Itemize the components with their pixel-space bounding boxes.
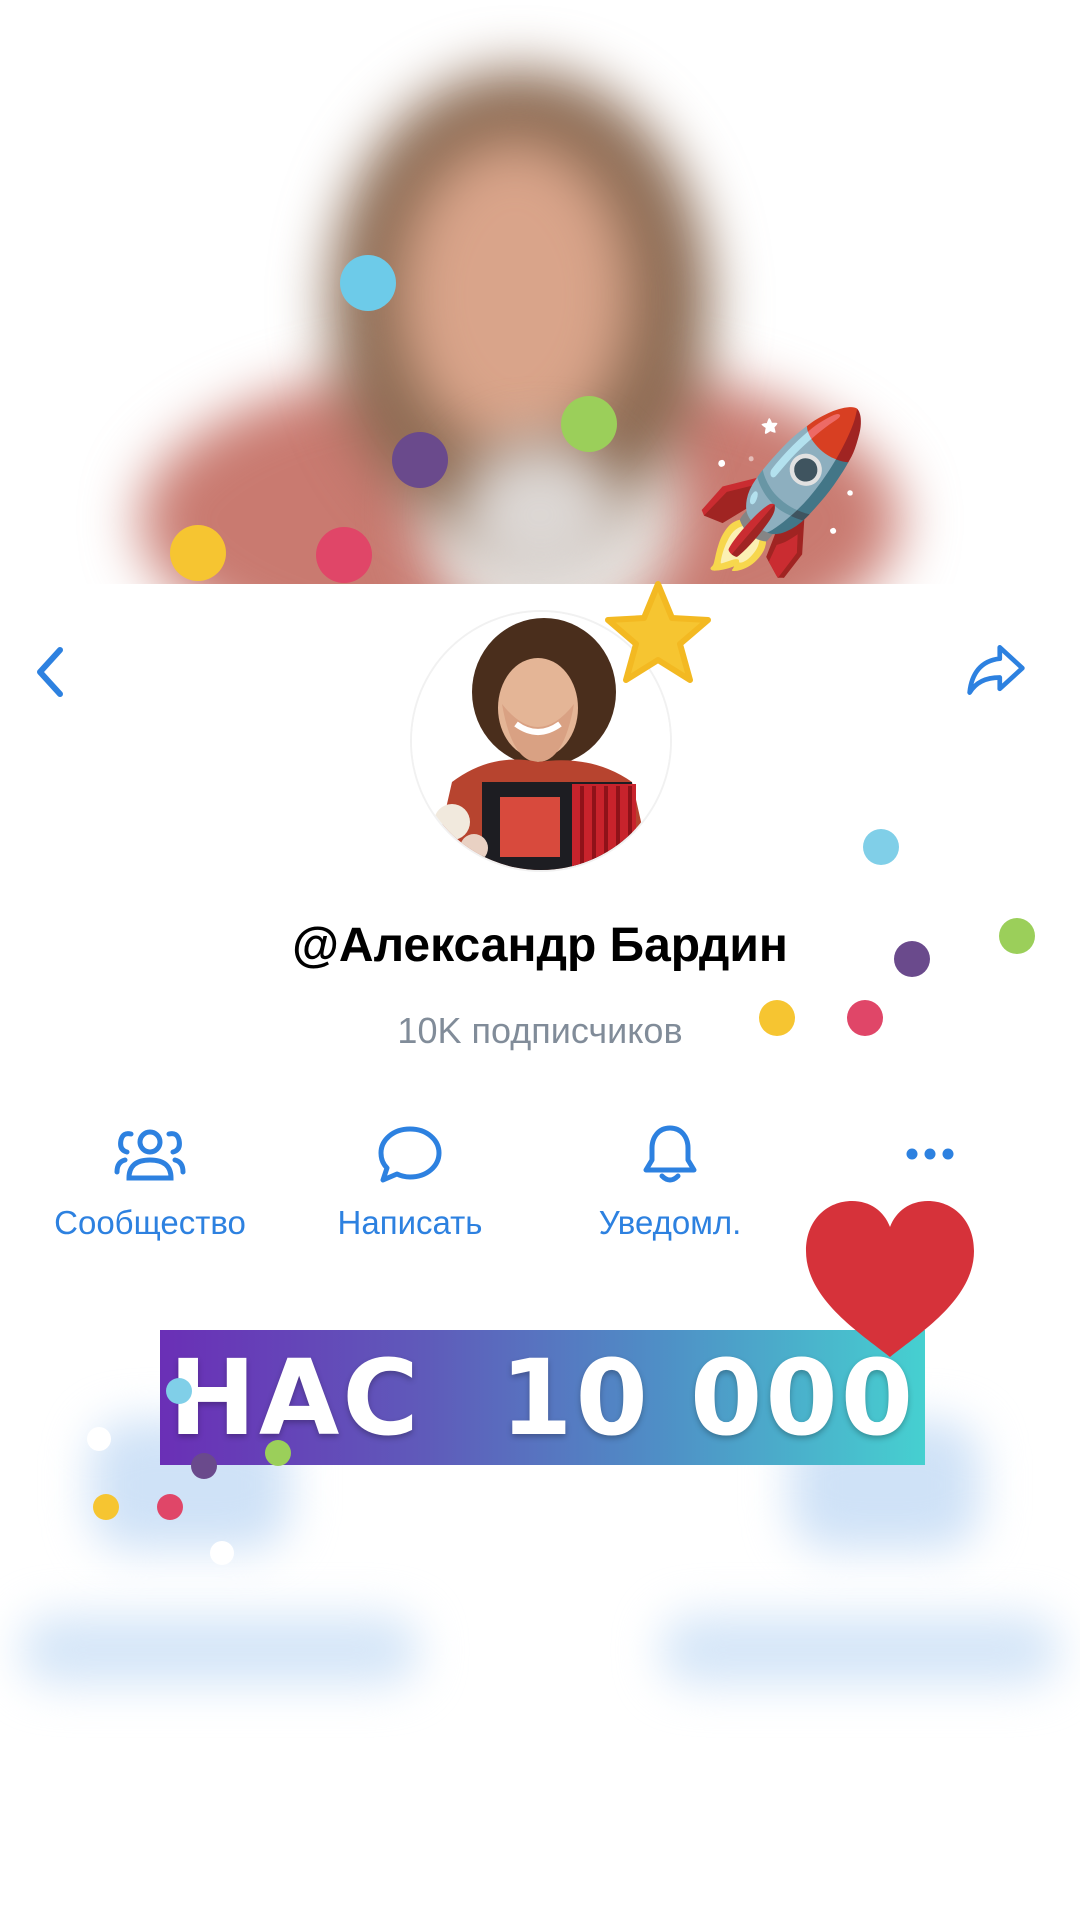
- subscriber-count: 10K подписчиков: [397, 1010, 683, 1051]
- blurred-text: [660, 1615, 1060, 1685]
- more-button[interactable]: [800, 1118, 1060, 1204]
- confetti-dot: [863, 829, 899, 865]
- write-message-button[interactable]: Написать: [280, 1118, 540, 1242]
- confetti-dot: [340, 255, 396, 311]
- notifications-button[interactable]: Уведомл.: [540, 1118, 800, 1242]
- confetti-dot: [166, 1378, 192, 1404]
- confetti-dot: [847, 1000, 883, 1036]
- bell-icon: [643, 1125, 697, 1183]
- more-dots-icon: [906, 1148, 954, 1160]
- confetti-dot: [561, 396, 617, 452]
- confetti-dot: [210, 1541, 234, 1565]
- share-button[interactable]: [964, 638, 1028, 702]
- star-sticker-icon: [605, 581, 711, 683]
- confetti-dot: [894, 941, 930, 977]
- cover-photo: [0, 0, 1080, 590]
- community-button[interactable]: Сообщество: [20, 1118, 280, 1242]
- confetti-dot: [999, 918, 1035, 954]
- back-button[interactable]: [18, 640, 82, 704]
- confetti-dot: [93, 1494, 119, 1520]
- chevron-left-icon: [37, 647, 63, 697]
- confetti-dot: [191, 1453, 217, 1479]
- confetti-dot: [265, 1440, 291, 1466]
- notifications-label: Уведомл.: [598, 1204, 742, 1241]
- share-arrow-icon: [967, 645, 1025, 695]
- heart-sticker-icon: [806, 1201, 974, 1357]
- confetti-dot: [157, 1494, 183, 1520]
- confetti-dot: [87, 1427, 111, 1451]
- write-message-label: Написать: [337, 1204, 483, 1241]
- confetti-dot: [170, 525, 226, 581]
- community-label: Сообщество: [54, 1204, 246, 1241]
- community-icon: [114, 1129, 186, 1181]
- confetti-dot: [316, 527, 372, 583]
- message-bubble-icon: [378, 1126, 442, 1183]
- confetti-dot: [759, 1000, 795, 1036]
- blurred-text: [20, 1615, 420, 1685]
- rocket-sticker-icon: 🚀: [684, 402, 883, 584]
- confetti-dot: [392, 432, 448, 488]
